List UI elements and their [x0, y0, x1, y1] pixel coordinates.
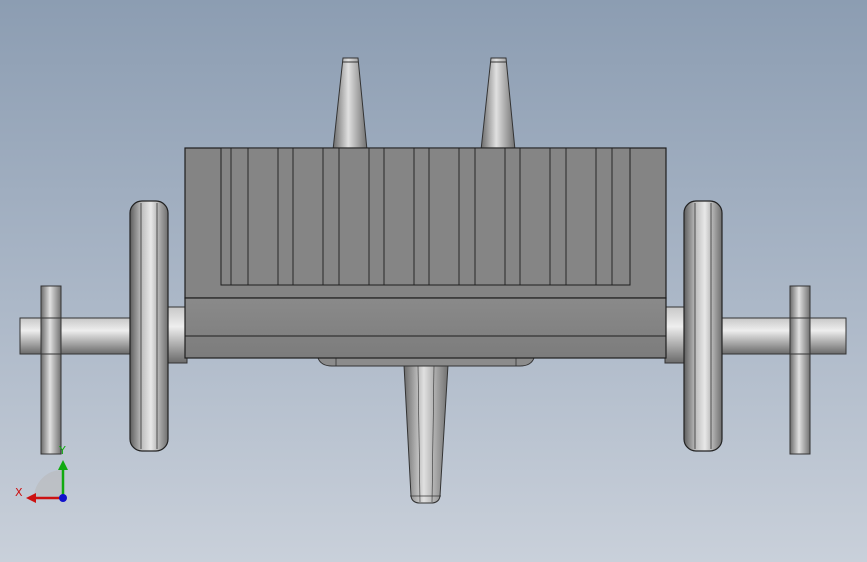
assembly-front-view[interactable] — [0, 0, 867, 562]
z-axis-dot — [59, 494, 67, 502]
motor-body[interactable] — [184, 147, 667, 299]
base[interactable] — [184, 297, 667, 359]
rear-leg[interactable] — [403, 364, 449, 504]
x-axis-label: X — [15, 486, 23, 499]
coordinate-triad: Y X — [15, 444, 68, 503]
cooling-fins — [220, 147, 631, 286]
right-wheel[interactable] — [683, 200, 723, 452]
left-wheel[interactable] — [129, 200, 169, 452]
front-cones[interactable] — [332, 57, 516, 151]
triad-plane — [34, 470, 62, 498]
right-handle[interactable] — [789, 285, 811, 455]
y-axis-label: Y — [58, 444, 66, 457]
cad-viewport[interactable]: Y X — [0, 0, 867, 562]
left-handle[interactable] — [40, 285, 62, 455]
